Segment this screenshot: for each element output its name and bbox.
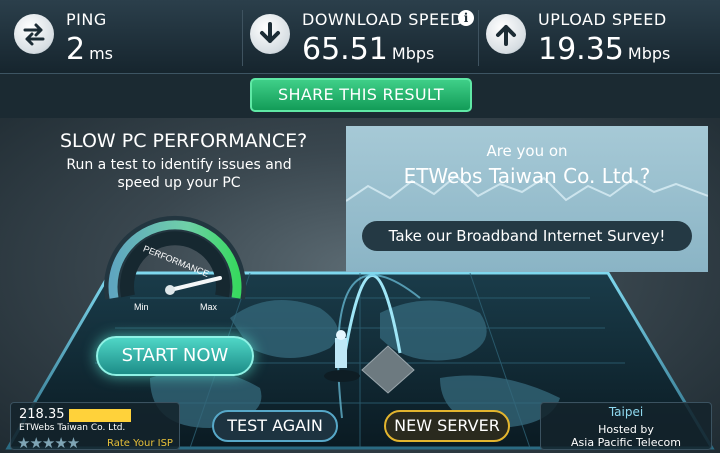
performance-gauge: PERFORMANCE Min Max: [104, 215, 246, 312]
survey-isp-name: ETWebs Taiwan Co. Ltd.?: [403, 164, 651, 188]
isp-name: ETWebs Taiwan Co. Ltd.: [19, 423, 126, 433]
isp-rating-stars[interactable]: ★★★★★: [17, 434, 80, 452]
divider: [478, 10, 479, 66]
divider: [242, 10, 243, 66]
host-organization: Asia Pacific Telecom: [571, 436, 681, 449]
download-stat: DOWNLOAD SPEED i 65.51 Mbps: [250, 8, 480, 68]
upload-value: 19.35 Mbps: [538, 32, 671, 67]
ping-arrows-icon: [14, 14, 54, 54]
footer-bar: 218.35 ETWebs Taiwan Co. Ltd. ★★★★★ Rate…: [0, 400, 720, 453]
start-now-button[interactable]: START NOW: [96, 336, 254, 376]
download-unit: Mbps: [391, 44, 435, 63]
server-city: Taipei: [608, 405, 644, 419]
share-band: SHARE THIS RESULT: [0, 74, 720, 118]
download-value: 65.51 Mbps: [302, 32, 435, 67]
gauge-min-label: Min: [134, 302, 149, 312]
isp-info-panel: 218.35 ETWebs Taiwan Co. Ltd. ★★★★★ Rate…: [10, 402, 180, 452]
survey-question-line1: Are you on: [486, 142, 568, 160]
ip-address: 218.35: [19, 407, 65, 422]
download-arrow-icon: [250, 14, 290, 54]
ping-value: 2 ms: [66, 32, 114, 67]
ping-stat: PING 2 ms: [14, 8, 214, 68]
gauge-max-label: Max: [200, 302, 218, 312]
new-server-button[interactable]: NEW SERVER: [384, 410, 510, 442]
ping-unit: ms: [89, 44, 114, 63]
redaction-mask: [69, 409, 131, 422]
promo-title: SLOW PC PERFORMANCE?: [60, 130, 308, 152]
take-survey-button[interactable]: Take our Broadband Internet Survey!: [362, 221, 692, 251]
info-icon[interactable]: i: [458, 10, 474, 26]
promo-subtitle: Run a test to identify issues and speed …: [66, 157, 292, 191]
rate-isp-label[interactable]: Rate Your ISP: [107, 438, 173, 449]
server-host-panel: Taipei Hosted by Asia Pacific Telecom: [540, 402, 712, 450]
ping-label: PING: [66, 10, 107, 29]
share-result-button[interactable]: SHARE THIS RESULT: [250, 78, 472, 112]
isp-survey-panel: Are you on ETWebs Taiwan Co. Ltd.? Take …: [346, 126, 708, 272]
download-label: DOWNLOAD SPEED: [302, 10, 464, 29]
results-header: PING 2 ms DOWNLOAD SPEED i 65.51 Mbps UPLO…: [0, 0, 720, 74]
upload-unit: Mbps: [627, 44, 671, 63]
test-again-button[interactable]: TEST AGAIN: [212, 410, 338, 442]
upload-stat: UPLOAD SPEED 19.35 Mbps: [486, 8, 716, 68]
hosted-by-label: Hosted by: [598, 423, 654, 436]
upload-arrow-icon: [486, 14, 526, 54]
upload-label: UPLOAD SPEED: [538, 10, 667, 29]
